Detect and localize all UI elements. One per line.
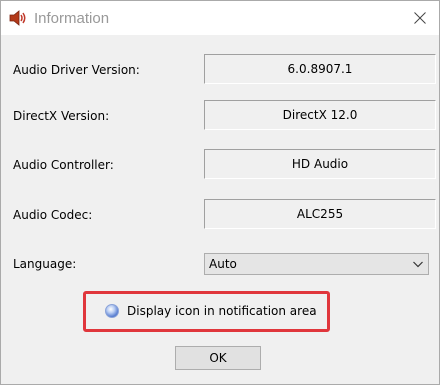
language-select[interactable]: Auto xyxy=(204,253,429,275)
audio-driver-version-value: 6.0.8907.1 xyxy=(204,54,436,84)
chevron-down-icon xyxy=(413,261,423,268)
audio-controller-value: HD Audio xyxy=(204,149,436,179)
speaker-icon xyxy=(7,7,29,29)
close-button[interactable] xyxy=(405,5,435,31)
directx-version-value: DirectX 12.0 xyxy=(204,100,436,130)
directx-version-label: DirectX Version: xyxy=(13,109,110,123)
audio-driver-version-label: Audio Driver Version: xyxy=(13,63,140,77)
information-dialog: Information Audio Driver Version: 6.0.89… xyxy=(0,0,440,385)
notification-option-label[interactable]: Display icon in notification area xyxy=(127,304,317,318)
language-selected-value: Auto xyxy=(209,257,237,271)
notification-radio-button[interactable] xyxy=(105,304,119,318)
language-label: Language: xyxy=(13,257,77,271)
audio-controller-label: Audio Controller: xyxy=(13,158,114,172)
audio-codec-value: ALC255 xyxy=(204,199,436,229)
ok-button[interactable]: OK xyxy=(175,346,261,370)
close-icon xyxy=(414,12,426,24)
audio-codec-label: Audio Codec: xyxy=(13,208,93,222)
window-title: Information xyxy=(34,10,110,27)
title-bar: Information xyxy=(1,1,439,35)
